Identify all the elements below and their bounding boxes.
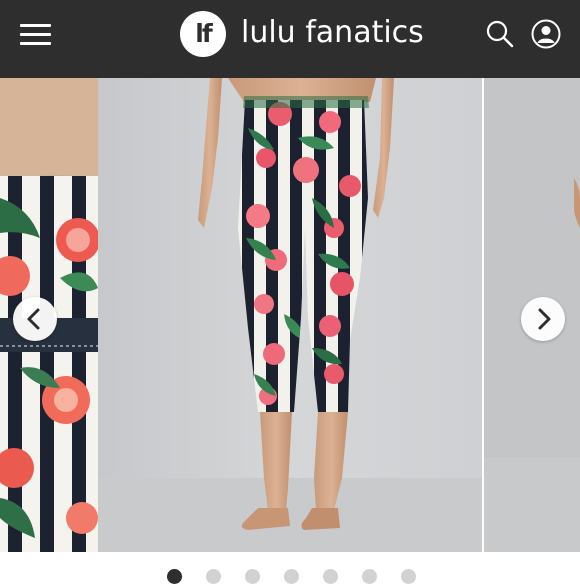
chevron-right-icon bbox=[538, 308, 551, 330]
chevron-left-icon bbox=[27, 308, 40, 330]
carousel-dot-2[interactable] bbox=[206, 569, 221, 584]
main-product-image bbox=[98, 78, 482, 552]
brand-logo[interactable]: lf bbox=[180, 11, 226, 57]
search-icon[interactable] bbox=[485, 19, 515, 49]
carousel-dot-7[interactable] bbox=[401, 569, 416, 584]
user-account-icon[interactable] bbox=[531, 19, 561, 49]
carousel-dot-5[interactable] bbox=[323, 569, 338, 584]
logo-text: lf bbox=[195, 19, 212, 48]
carousel-dot-3[interactable] bbox=[245, 569, 260, 584]
previous-slide-button[interactable] bbox=[13, 297, 57, 341]
carousel-dot-4[interactable] bbox=[284, 569, 299, 584]
carousel-dot-6[interactable] bbox=[362, 569, 377, 584]
carousel-dot-1[interactable] bbox=[167, 569, 182, 584]
carousel-pagination bbox=[0, 552, 580, 584]
product-image-carousel[interactable] bbox=[0, 78, 580, 552]
brand-name[interactable]: lulu fanatics bbox=[241, 15, 424, 50]
next-slide-button[interactable] bbox=[521, 297, 565, 341]
hamburger-menu-icon[interactable] bbox=[20, 21, 52, 47]
app-header: lf lulu fanatics bbox=[0, 0, 580, 78]
